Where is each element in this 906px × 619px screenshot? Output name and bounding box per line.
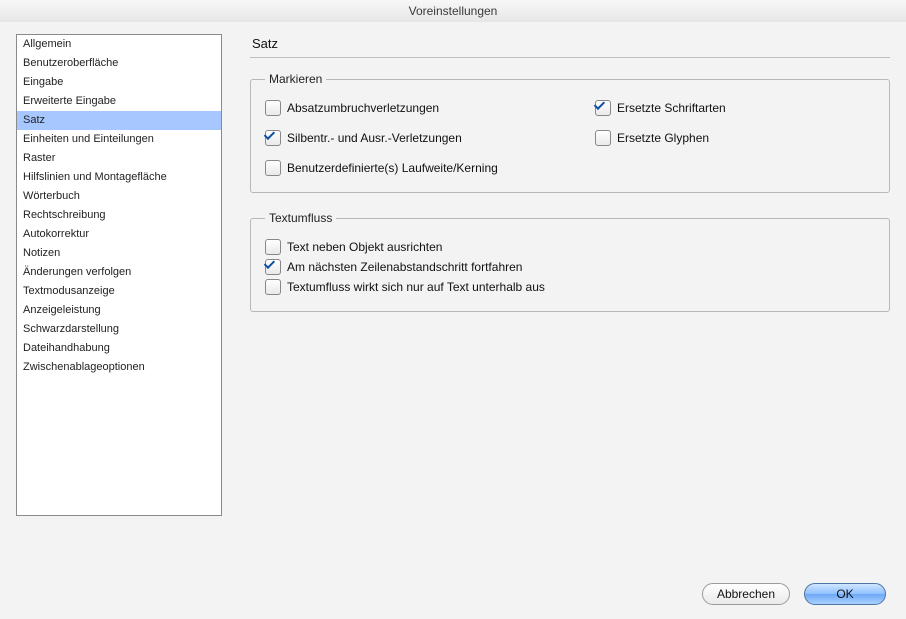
option-silbentrennung[interactable]: Silbentr.- und Ausr.-Verletzungen [265, 130, 575, 146]
ok-button[interactable]: OK [804, 583, 886, 605]
group-markieren-legend: Markieren [265, 72, 326, 86]
checkbox-laufweite[interactable] [265, 160, 281, 176]
sidebar-item[interactable]: Hilfslinien und Montagefläche [17, 168, 221, 187]
dialog-body: AllgemeinBenutzeroberflächeEingabeErweit… [0, 22, 906, 619]
option-unterhalb[interactable]: Textumfluss wirkt sich nur auf Text unte… [265, 279, 875, 295]
sidebar-item[interactable]: Eingabe [17, 73, 221, 92]
label-silbentrennung: Silbentr.- und Ausr.-Verletzungen [287, 131, 462, 145]
sidebar-item[interactable]: Benutzeroberfläche [17, 54, 221, 73]
section-title: Satz [252, 36, 890, 51]
sidebar-item[interactable]: Notizen [17, 244, 221, 263]
label-ersetzte-schriftarten: Ersetzte Schriftarten [617, 101, 726, 115]
option-zeilenabstand[interactable]: Am nächsten Zeilenabstandschritt fortfah… [265, 259, 875, 275]
sidebar-item[interactable]: Erweiterte Eingabe [17, 92, 221, 111]
option-ersetzte-glyphen[interactable]: Ersetzte Glyphen [595, 130, 875, 146]
sidebar-item[interactable]: Satz [17, 111, 221, 130]
checkbox-silbentrennung[interactable] [265, 130, 281, 146]
label-neben-objekt: Text neben Objekt ausrichten [287, 240, 442, 254]
checkbox-neben-objekt[interactable] [265, 239, 281, 255]
label-zeilenabstand: Am nächsten Zeilenabstandschritt fortfah… [287, 260, 522, 274]
option-laufweite[interactable]: Benutzerdefinierte(s) Laufweite/Kerning [265, 160, 875, 176]
sidebar-item[interactable]: Rechtschreibung [17, 206, 221, 225]
checkbox-ersetzte-schriftarten[interactable] [595, 100, 611, 116]
dialog-footer: Abbrechen OK [702, 583, 886, 605]
sidebar-item[interactable]: Anzeigeleistung [17, 301, 221, 320]
label-unterhalb: Textumfluss wirkt sich nur auf Text unte… [287, 280, 545, 294]
cancel-button[interactable]: Abbrechen [702, 583, 790, 605]
sidebar-item[interactable]: Autokorrektur [17, 225, 221, 244]
main-panel: Satz Markieren Absatzumbruchverletzungen… [250, 34, 890, 516]
sidebar-item[interactable]: Textmodusanzeige [17, 282, 221, 301]
checkbox-ersetzte-glyphen[interactable] [595, 130, 611, 146]
sidebar-item[interactable]: Zwischenablageoptionen [17, 358, 221, 377]
checkbox-zeilenabstand[interactable] [265, 259, 281, 275]
checkbox-unterhalb[interactable] [265, 279, 281, 295]
sidebar-item[interactable]: Einheiten und Einteilungen [17, 130, 221, 149]
section-rule [250, 57, 890, 58]
option-ersetzte-schriftarten[interactable]: Ersetzte Schriftarten [595, 100, 875, 116]
label-absatzumbruch: Absatzumbruchverletzungen [287, 101, 439, 115]
sidebar-item[interactable]: Raster [17, 149, 221, 168]
sidebar-item[interactable]: Änderungen verfolgen [17, 263, 221, 282]
option-absatzumbruch[interactable]: Absatzumbruchverletzungen [265, 100, 575, 116]
group-textumfluss-legend: Textumfluss [265, 211, 336, 225]
group-textumfluss: Textumfluss Text neben Objekt ausrichten… [250, 211, 890, 312]
group-markieren: Markieren Absatzumbruchverletzungen Erse… [250, 72, 890, 193]
sidebar-item[interactable]: Allgemein [17, 35, 221, 54]
category-sidebar: AllgemeinBenutzeroberflächeEingabeErweit… [16, 34, 222, 516]
label-laufweite: Benutzerdefinierte(s) Laufweite/Kerning [287, 161, 498, 175]
checkbox-absatzumbruch[interactable] [265, 100, 281, 116]
preferences-dialog: Voreinstellungen AllgemeinBenutzeroberfl… [0, 0, 906, 619]
option-neben-objekt[interactable]: Text neben Objekt ausrichten [265, 239, 875, 255]
sidebar-item[interactable]: Dateihandhabung [17, 339, 221, 358]
label-ersetzte-glyphen: Ersetzte Glyphen [617, 131, 709, 145]
window-title: Voreinstellungen [0, 0, 906, 23]
sidebar-item[interactable]: Schwarzdarstellung [17, 320, 221, 339]
sidebar-item[interactable]: Wörterbuch [17, 187, 221, 206]
